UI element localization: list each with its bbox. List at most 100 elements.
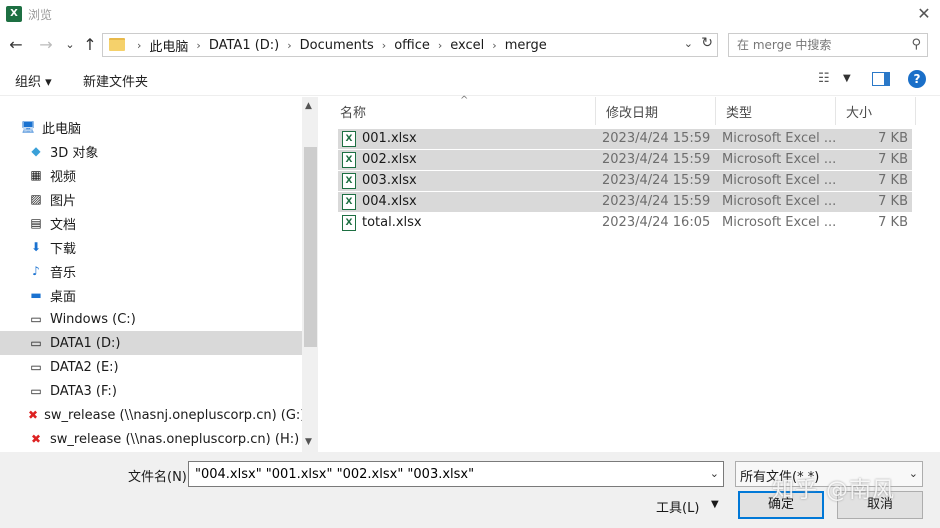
chevron-down-icon[interactable]: ▼ — [711, 499, 719, 510]
address-bar[interactable]: › 此电脑 › DATA1 (D:) › Documents › office … — [102, 33, 718, 57]
chevron-right-icon[interactable]: › — [492, 39, 496, 52]
column-header-name[interactable]: 名称 ^ — [330, 95, 596, 125]
file-row[interactable]: Xtotal.xlsx 2023/4/24 16:05 Microsoft Exce… — [338, 213, 912, 233]
column-header-modified[interactable]: 修改日期 — [596, 97, 716, 125]
sidebar-item[interactable]: ▭ Windows (C:) — [0, 307, 302, 331]
document-icon: ▤ — [30, 216, 42, 230]
recent-locations-button[interactable]: ⌄ — [60, 34, 80, 56]
column-header-size[interactable]: 大小 — [836, 97, 916, 125]
file-type: Microsoft Excel ... — [722, 194, 837, 209]
sidebar-item[interactable]: ♪ 音乐 — [0, 259, 302, 283]
file-name: 004.xlsx — [362, 194, 417, 209]
breadcrumb: › 此电脑 › DATA1 (D:) › Documents › office … — [129, 34, 547, 56]
file-row[interactable]: X 004.xlsx 2023/4/24 15:59 Microsoft Excel … — [338, 192, 912, 212]
sidebar-item-label: 视频 — [50, 169, 77, 185]
up-button[interactable]: ↑ — [80, 34, 100, 56]
filename-label: 文件名(N): — [128, 470, 192, 485]
sidebar-item[interactable]: ✖ sw_release (\\nasnj.onepluscorp.cn) (G:… — [0, 403, 306, 427]
cube-icon: ◆ — [31, 144, 41, 158]
sidebar-item[interactable]: ▬ 桌面 — [0, 283, 302, 307]
chevron-down-icon[interactable]: ⌄ — [684, 37, 693, 50]
forward-button[interactable]: → — [36, 34, 56, 56]
sidebar-item[interactable]: ◆ 3D 对象 — [0, 139, 302, 163]
file-list: 名称 ^ 修改日期 类型 大小 X 001.xlsx 2023/4/24 15:59… — [330, 95, 940, 452]
chevron-down-icon[interactable]: ▼ — [843, 73, 851, 84]
title-bar: X 浏览 ✕ — [0, 0, 940, 28]
sidebar-item[interactable]: ⬇ 下载 — [0, 235, 302, 259]
column-header-type[interactable]: 类型 — [716, 97, 836, 125]
organize-menu[interactable]: 组织 ▾ — [15, 71, 52, 90]
column-modified-label: 修改日期 — [606, 105, 659, 121]
sidebar-item[interactable]: ▭ DATA2 (E:) — [0, 355, 302, 379]
sidebar-item-label: 文档 — [50, 217, 77, 233]
tools-menu[interactable]: 工具(L) — [656, 497, 699, 516]
file-size: 7 KB — [878, 131, 908, 146]
back-button[interactable]: ← — [6, 34, 26, 56]
filename-input[interactable] — [189, 462, 699, 486]
view-options-icon[interactable]: ☷ — [818, 71, 830, 86]
scroll-down-icon[interactable]: ▼ — [305, 437, 312, 447]
file-modified: 2023/4/24 16:05 — [602, 215, 711, 230]
sidebar-item-label: 图片 — [50, 193, 77, 209]
preview-pane-icon[interactable] — [872, 72, 890, 86]
new-folder-button[interactable]: 新建文件夹 — [83, 71, 148, 90]
sidebar-item[interactable]: ▭ DATA3 (F:) — [0, 379, 302, 403]
sidebar-item[interactable]: ▨ 图片 — [0, 187, 302, 211]
excel-file-icon: X — [342, 152, 356, 168]
file-modified: 2023/4/24 15:59 — [602, 131, 711, 146]
sidebar-item[interactable]: ▭ DATA1 (D:) — [0, 331, 302, 355]
file-name: 001.xlsx — [362, 131, 417, 146]
refresh-icon[interactable]: ↻ — [701, 35, 713, 51]
excel-file-icon: X — [342, 173, 356, 189]
nav-scrollbar[interactable]: ▲ ▼ — [302, 97, 318, 452]
excel-file-icon: X — [342, 194, 356, 210]
command-bar: 组织 ▾ 新建文件夹 ☷ ▼ ? — [0, 62, 940, 96]
chevron-right-icon[interactable]: › — [382, 39, 386, 52]
chevron-down-icon[interactable]: ⌄ — [909, 467, 918, 480]
sidebar-item[interactable]: 🖥 此电脑 — [0, 115, 302, 139]
breadcrumb-item[interactable]: 此电脑 — [149, 36, 188, 55]
chevron-right-icon[interactable]: › — [287, 39, 291, 52]
search-icon[interactable]: ⚲ — [911, 37, 921, 52]
breadcrumb-item[interactable]: office — [394, 38, 430, 53]
filename-combobox[interactable]: ⌄ — [188, 461, 724, 487]
file-row[interactable]: X 003.xlsx 2023/4/24 15:59 Microsoft Excel … — [338, 171, 912, 191]
picture-icon: ▨ — [30, 192, 42, 206]
file-row[interactable]: X 001.xlsx 2023/4/24 15:59 Microsoft Excel … — [338, 129, 912, 149]
file-size: 7 KB — [878, 152, 908, 167]
chevron-right-icon[interactable]: › — [196, 39, 200, 52]
scroll-up-icon[interactable]: ▲ — [305, 101, 312, 111]
breadcrumb-item[interactable]: DATA1 (D:) — [209, 38, 279, 53]
file-modified: 2023/4/24 15:59 — [602, 173, 711, 188]
chevron-down-icon[interactable]: ⌄ — [710, 467, 719, 480]
sidebar-item[interactable]: ▦ 视频 — [0, 163, 302, 187]
close-button[interactable]: ✕ — [914, 4, 934, 24]
drive-icon: ▭ — [30, 336, 42, 350]
breadcrumb-item[interactable]: merge — [505, 38, 547, 53]
file-name: 002.xlsx — [362, 152, 417, 167]
excel-file-icon: X — [342, 215, 356, 231]
sidebar-item[interactable]: ✖ sw_release (\\nas.onepluscorp.cn) (H:) — [0, 427, 302, 451]
column-size-label: 大小 — [846, 105, 873, 121]
address-row: ← → ⌄ ↑ › 此电脑 › DATA1 (D:) › Documents ›… — [0, 30, 940, 60]
desktop-icon: ▬ — [30, 288, 42, 302]
sidebar-item-label: sw_release (\\nas.onepluscorp.cn) (H:) — [50, 431, 300, 447]
computer-icon: 🖥 — [20, 120, 36, 134]
search-input[interactable] — [729, 34, 899, 56]
scroll-thumb[interactable] — [304, 147, 317, 347]
search-box[interactable]: ⚲ — [728, 33, 928, 57]
breadcrumb-item[interactable]: excel — [450, 38, 484, 53]
sidebar-item[interactable]: ▤ 文档 — [0, 211, 302, 235]
file-name: 003.xlsx — [362, 173, 417, 188]
sidebar-item-label: 桌面 — [50, 289, 77, 305]
window-title: 浏览 — [28, 8, 53, 22]
help-icon[interactable]: ? — [908, 70, 926, 88]
sidebar-item-label: sw_release (\\nasnj.onepluscorp.cn) (G:) — [44, 407, 306, 423]
file-modified: 2023/4/24 15:59 — [602, 194, 711, 209]
breadcrumb-item[interactable]: Documents — [300, 38, 374, 53]
chevron-right-icon[interactable]: › — [438, 39, 442, 52]
sidebar-item-label: 此电脑 — [42, 121, 82, 137]
file-row[interactable]: X 002.xlsx 2023/4/24 15:59 Microsoft Excel … — [338, 150, 912, 170]
file-type: Microsoft Excel ... — [722, 173, 837, 188]
file-type: Microsoft Excel ... — [722, 215, 837, 230]
